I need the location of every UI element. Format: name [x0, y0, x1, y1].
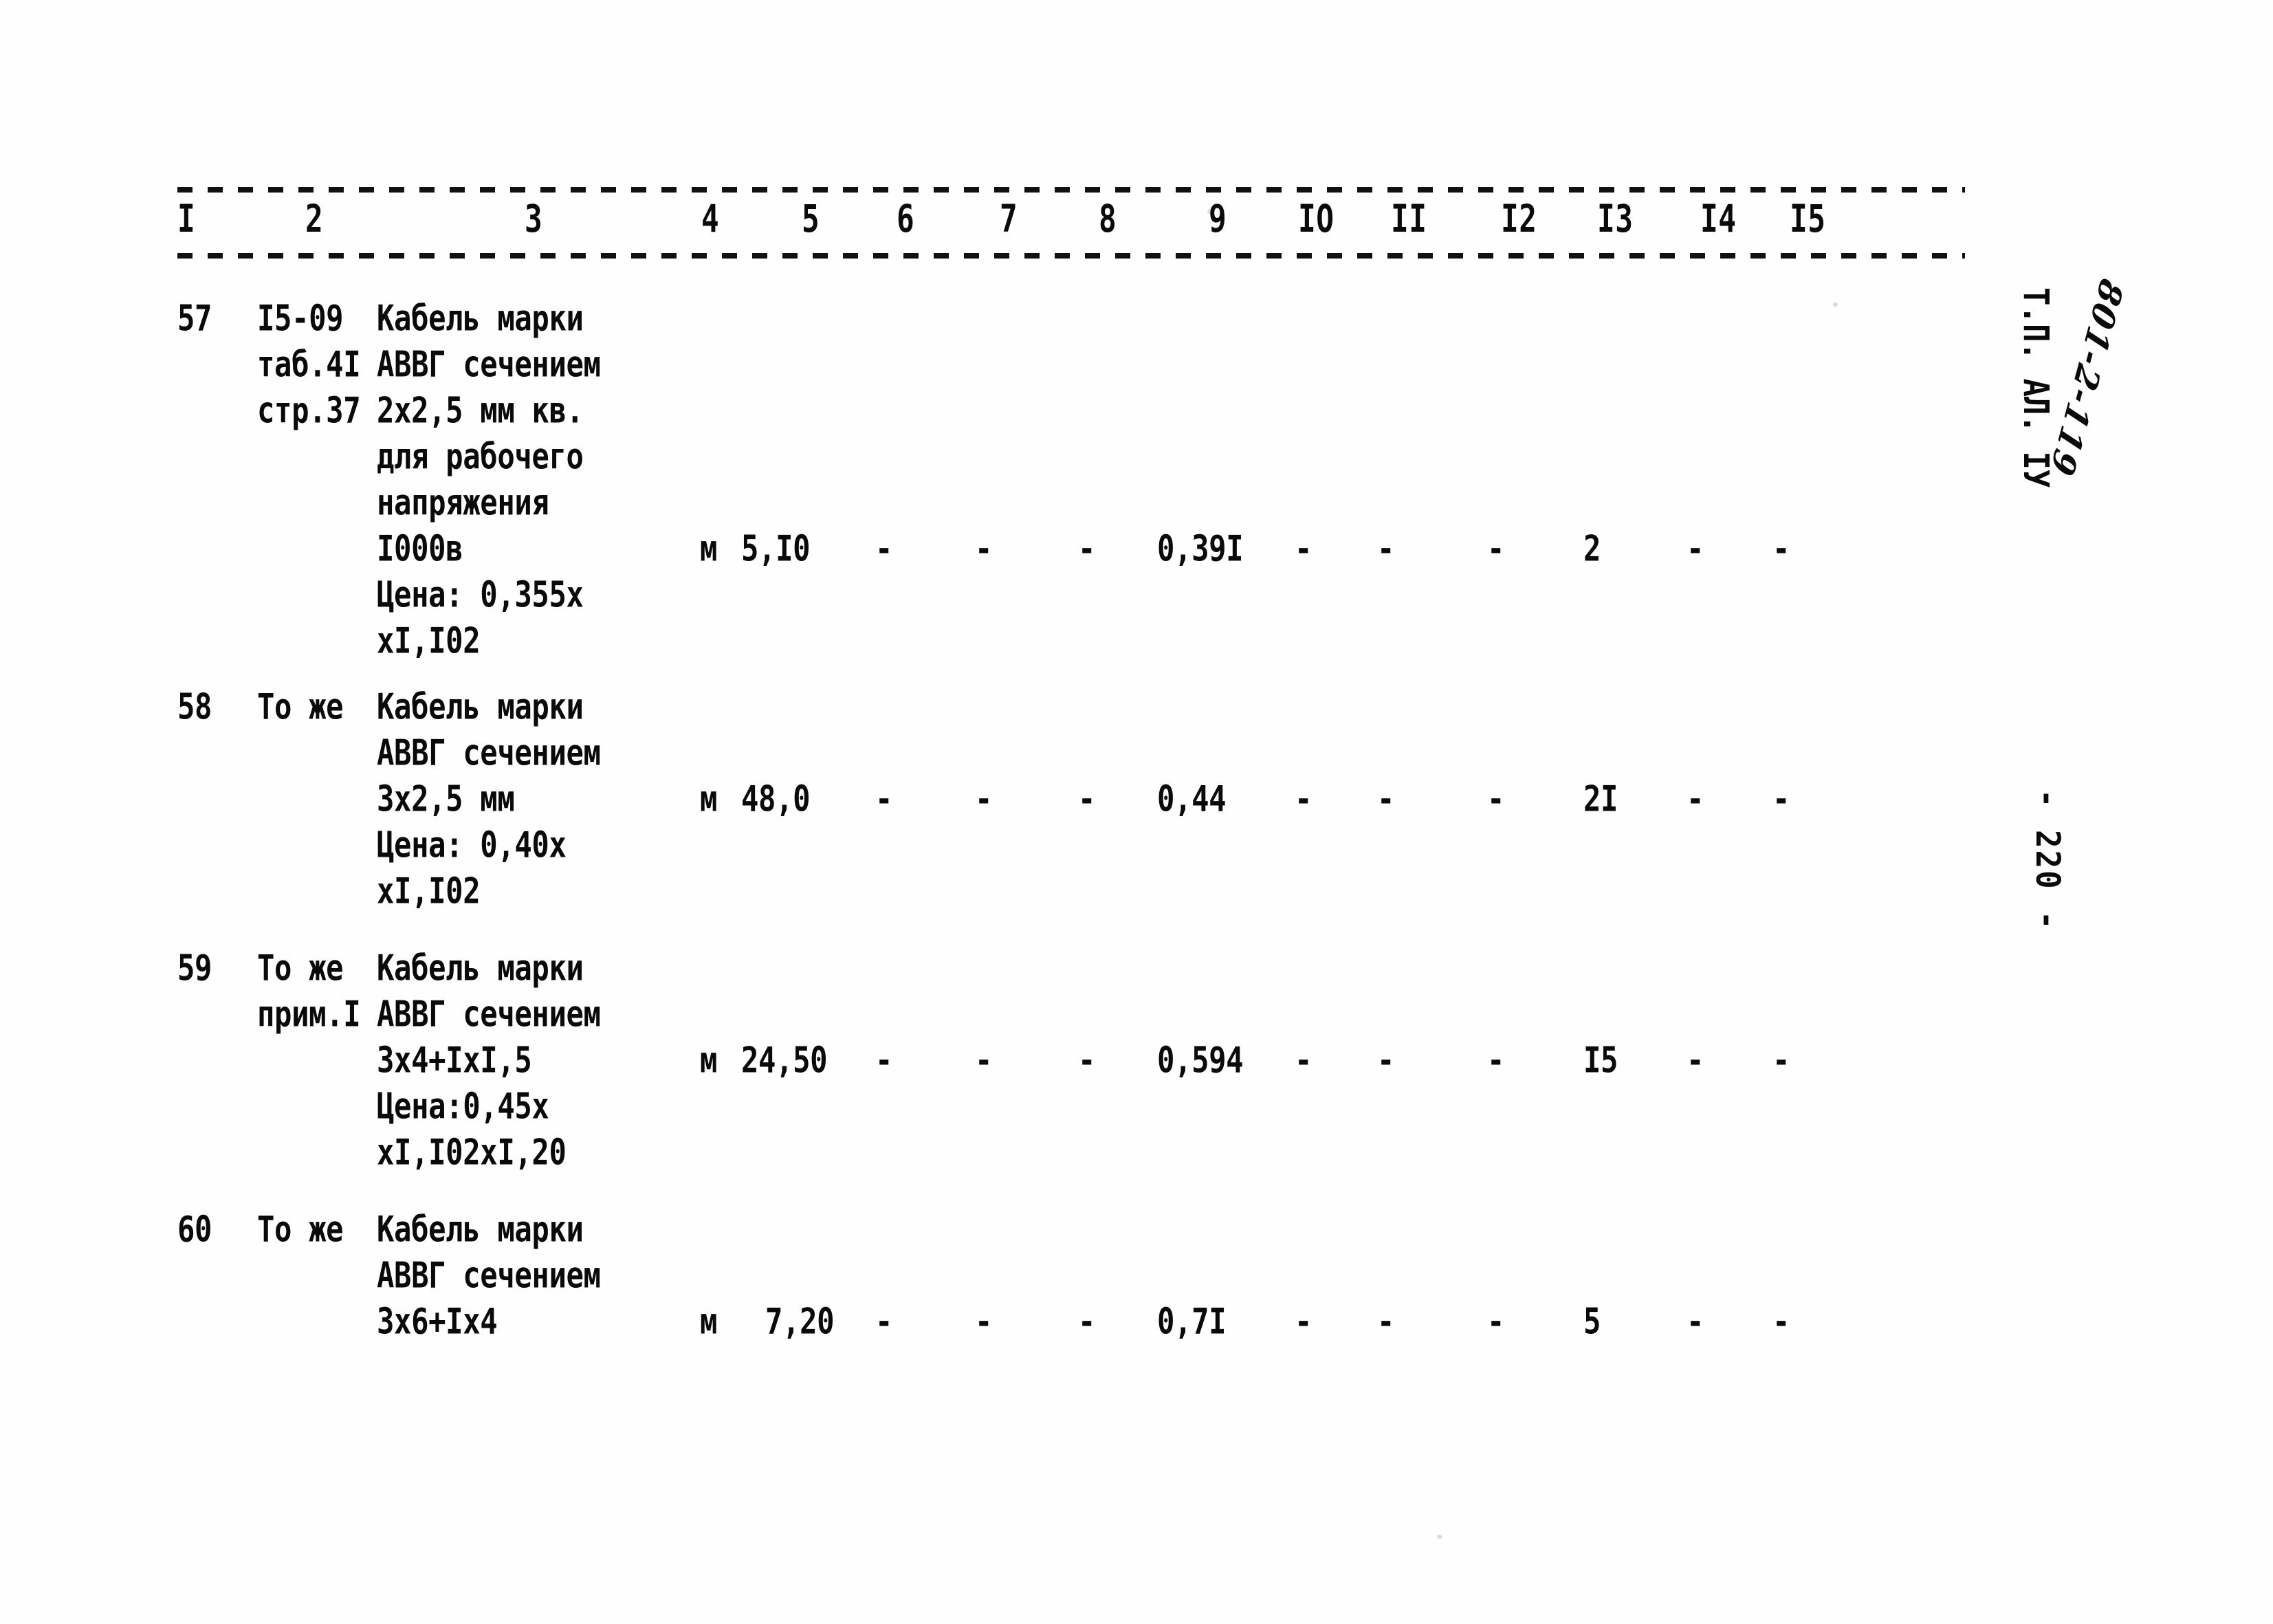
cell-col-6: -: [875, 778, 893, 820]
cell-col-8: -: [1078, 1301, 1096, 1343]
cell-col-5: 24,50: [741, 1040, 828, 1082]
cell-col-13: I5: [1583, 1040, 1618, 1082]
column-number-6: 6: [897, 197, 915, 241]
column-number-3: 3: [525, 197, 543, 241]
document-page: I 2 3 4 5 6 7 8 9 IO II I2 I3 I4 I5 57 I…: [0, 0, 2273, 1624]
cell-col-7: -: [975, 1040, 993, 1082]
cell-col-9: 0,44: [1157, 778, 1227, 820]
cell-col-11: -: [1377, 1040, 1395, 1082]
cell-col-12: -: [1487, 1301, 1505, 1343]
column-number-5: 5: [802, 197, 820, 241]
ref-line: стр.37: [257, 390, 361, 432]
cell-col-10: -: [1295, 1301, 1313, 1343]
cell-col-5: 5,I0: [741, 528, 811, 570]
row-description: хI,I02: [377, 870, 481, 912]
row-number: 57: [177, 298, 212, 340]
cell-unit: м: [700, 778, 718, 820]
column-number-10: IO: [1298, 197, 1335, 241]
table-column-header-row: I 2 3 4 5 6 7 8 9 IO II I2 I3 I4 I5: [177, 193, 1965, 252]
ref-line: То же: [257, 1209, 344, 1251]
cell-unit: м: [700, 1040, 718, 1082]
cell-col-14: -: [1687, 1040, 1704, 1082]
row-description: 3х6+Iх4: [377, 1301, 498, 1343]
ref-line: прим.I: [257, 994, 361, 1035]
column-number-13: I3: [1597, 197, 1634, 241]
cell-col-14: -: [1687, 778, 1704, 820]
cell-col-11: -: [1377, 778, 1395, 820]
cell-unit: м: [700, 1301, 718, 1343]
column-number-15: I5: [1790, 197, 1826, 241]
cell-col-12: -: [1487, 528, 1505, 570]
cell-col-12: -: [1487, 778, 1505, 820]
cell-col-10: -: [1295, 778, 1313, 820]
scan-speck: [1437, 1535, 1442, 1539]
column-number-9: 9: [1209, 197, 1227, 241]
ref-line: То же: [257, 686, 344, 728]
table-row: 59 То же прим.I Кабель марки АВВГ сечени…: [177, 941, 1979, 1178]
column-number-8: 8: [1099, 197, 1117, 241]
cell-col-13: 2I: [1583, 778, 1618, 820]
column-number-7: 7: [1000, 197, 1018, 241]
table-top-rule: [177, 186, 1965, 193]
table-body: 57 I5-09 таб.4I стр.37 Кабель марки АВВГ…: [177, 292, 1979, 1354]
cell-col-10: -: [1295, 528, 1313, 570]
ref-line: таб.4I: [257, 344, 361, 386]
column-number-11: II: [1391, 197, 1427, 241]
cell-col-6: -: [875, 528, 893, 570]
cell-col-15: -: [1772, 1301, 1790, 1343]
row-number: 59: [177, 947, 212, 989]
table-header-bottom-rule: [177, 252, 1965, 259]
cell-col-15: -: [1772, 778, 1790, 820]
column-number-4: 4: [701, 197, 720, 241]
cell-col-6: -: [875, 1040, 893, 1082]
cell-col-9: 0,39I: [1157, 528, 1244, 570]
row-reference: стр.37: [257, 384, 361, 438]
column-number-12: I2: [1501, 197, 1537, 241]
cell-col-7: -: [975, 528, 993, 570]
estimate-table: I 2 3 4 5 6 7 8 9 IO II I2 I3 I4 I5 57 I…: [177, 186, 1979, 1354]
table-row: 58 То же Кабель марки АВВГ сечением 3х2,…: [177, 680, 1979, 917]
cell-col-13: 2: [1583, 528, 1601, 570]
cell-col-11: -: [1377, 1301, 1395, 1343]
cell-col-15: -: [1772, 1040, 1790, 1082]
cell-col-10: -: [1295, 1040, 1313, 1082]
cell-col-9: 0,7I: [1157, 1301, 1227, 1343]
cell-col-12: -: [1487, 1040, 1505, 1082]
row-reference: То же: [257, 680, 344, 734]
cell-col-7: -: [975, 778, 993, 820]
cell-col-5: 48,0: [741, 778, 811, 820]
cell-col-7: -: [975, 1301, 993, 1343]
row-reference: То же: [257, 1203, 344, 1257]
cell-col-13: 5: [1583, 1301, 1601, 1343]
column-number-2: 2: [305, 197, 324, 241]
table-row: 60 То же Кабель марки АВВГ сечением 3х6+…: [177, 1203, 1979, 1354]
column-number-14: I4: [1700, 197, 1737, 241]
cell-col-6: -: [875, 1301, 893, 1343]
cell-unit: м: [700, 528, 718, 570]
cell-col-14: -: [1687, 528, 1704, 570]
cell-col-8: -: [1078, 1040, 1096, 1082]
page-number: - 220 -: [2028, 789, 2067, 932]
cell-col-8: -: [1078, 778, 1096, 820]
row-number: 60: [177, 1209, 212, 1251]
row-description: хI,I02хI,20: [377, 1132, 567, 1174]
row-reference: прим.I: [257, 987, 361, 1042]
cell-col-15: -: [1772, 528, 1790, 570]
row-number: 58: [177, 686, 212, 728]
column-number-1: I: [177, 197, 196, 241]
cell-col-8: -: [1078, 528, 1096, 570]
ref-line: I5-09: [257, 298, 344, 340]
cell-col-14: -: [1687, 1301, 1704, 1343]
cell-col-5: 7,20: [765, 1301, 835, 1343]
row-description: хI,I02: [377, 620, 481, 662]
table-row: 57 I5-09 таб.4I стр.37 Кабель марки АВВГ…: [177, 292, 1979, 661]
ref-line: То же: [257, 947, 344, 989]
cell-col-9: 0,594: [1157, 1040, 1244, 1082]
cell-col-11: -: [1377, 528, 1395, 570]
